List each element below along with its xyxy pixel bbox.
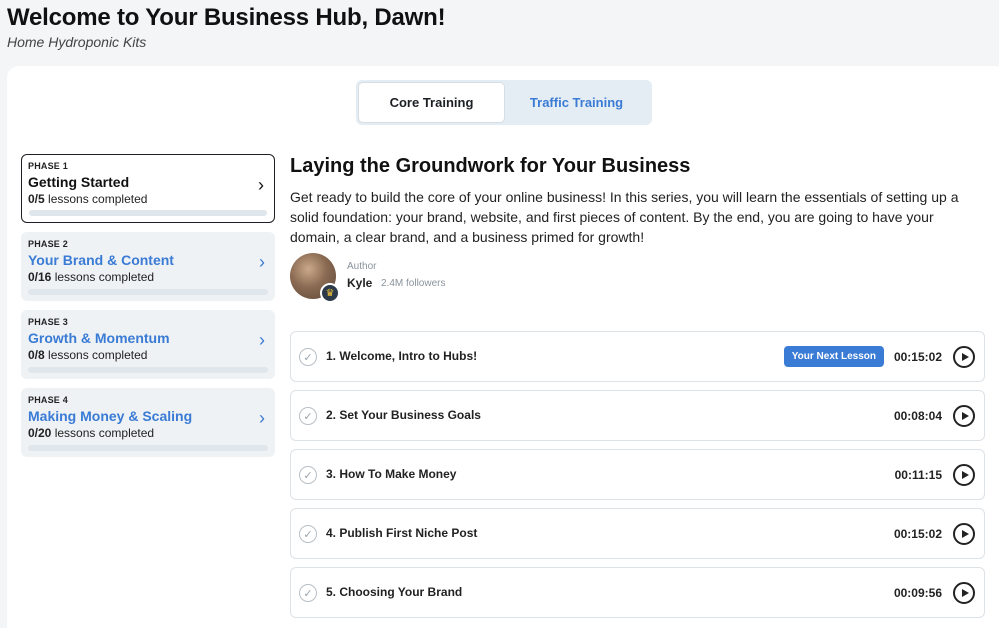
phase-number: PHASE 4	[28, 395, 68, 405]
author-card: ♛ Author Kyle 2.4M followers	[290, 253, 590, 303]
lesson-row[interactable]: ✓ 1. Welcome, Intro to Hubs! Your Next L…	[290, 331, 985, 382]
phase-progress-bar	[28, 289, 268, 295]
tab-traffic-training[interactable]: Traffic Training	[504, 83, 649, 122]
check-circle-icon[interactable]: ✓	[299, 407, 317, 425]
phase-completed-count: 0/5	[28, 192, 45, 206]
phase-completed-count: 0/8	[28, 348, 45, 362]
lesson-duration: 00:09:56	[893, 586, 942, 600]
phase-number: PHASE 3	[28, 317, 68, 327]
phase-item-3[interactable]: PHASE 3 Growth & Momentum 0/8 lessons co…	[21, 310, 275, 379]
training-tabs: Core Training Traffic Training	[356, 80, 652, 125]
phase-progress-text: 0/16 lessons completed	[28, 270, 268, 284]
lesson-list: ✓ 1. Welcome, Intro to Hubs! Your Next L…	[290, 331, 985, 626]
crown-icon: ♛	[320, 283, 340, 303]
phase-completed-suffix: lessons completed	[54, 270, 155, 284]
lesson-title: 4. Publish First Niche Post	[326, 526, 478, 540]
phase-progress-text: 0/5 lessons completed	[28, 192, 268, 206]
phase-name: Getting Started	[28, 174, 130, 190]
phase-item-2[interactable]: PHASE 2 Your Brand & Content 0/16 lesson…	[21, 232, 275, 301]
lesson-row[interactable]: ✓ 3. How To Make Money 00:11:15	[290, 449, 985, 500]
phase-progress-bar	[28, 367, 268, 373]
lesson-row[interactable]: ✓ 5. Choosing Your Brand 00:09:56	[290, 567, 985, 618]
chevron-right-icon: ›	[259, 252, 265, 272]
lesson-duration: 00:08:04	[893, 409, 942, 423]
check-circle-icon[interactable]: ✓	[299, 466, 317, 484]
lesson-row[interactable]: ✓ 2. Set Your Business Goals 00:08:04	[290, 390, 985, 441]
phase-progress-bar	[29, 210, 267, 216]
phase-progress-text: 0/20 lessons completed	[28, 426, 268, 440]
phase-item-1[interactable]: PHASE 1 Getting Started 0/5 lessons comp…	[21, 154, 275, 223]
tab-core-training[interactable]: Core Training	[359, 83, 504, 122]
phase-number: PHASE 1	[28, 161, 68, 171]
lesson-duration: 00:15:02	[893, 350, 942, 364]
lesson-title: 1. Welcome, Intro to Hubs!	[326, 349, 478, 363]
page-title: Welcome to Your Business Hub, Dawn!	[7, 4, 446, 31]
phase-completed-suffix: lessons completed	[48, 192, 148, 206]
lesson-row[interactable]: ✓ 4. Publish First Niche Post 00:15:02	[290, 508, 985, 559]
phase-list: PHASE 1 Getting Started 0/5 lessons comp…	[21, 154, 275, 466]
section-title: Laying the Groundwork for Your Business	[290, 155, 691, 177]
lesson-title: 5. Choosing Your Brand	[326, 585, 463, 599]
phase-name: Growth & Momentum	[28, 330, 170, 346]
phase-name: Making Money & Scaling	[28, 408, 193, 424]
author-followers: 2.4M followers	[381, 278, 446, 289]
play-icon[interactable]	[953, 582, 975, 604]
chevron-right-icon: ›	[259, 330, 265, 350]
phase-name: Your Brand & Content	[28, 252, 174, 268]
chevron-right-icon: ›	[259, 408, 265, 428]
phase-number: PHASE 2	[28, 239, 68, 249]
page-header: Welcome to Your Business Hub, Dawn! Home…	[7, 4, 446, 50]
phase-completed-suffix: lessons completed	[48, 348, 148, 362]
phase-completed-count: 0/20	[28, 426, 52, 440]
phase-progress-text: 0/8 lessons completed	[28, 348, 268, 362]
phase-progress-bar	[28, 445, 268, 451]
author-label: Author	[347, 261, 377, 272]
play-icon[interactable]	[953, 523, 975, 545]
lesson-duration: 00:11:15	[894, 468, 942, 482]
phase-completed-suffix: lessons completed	[54, 426, 155, 440]
chevron-right-icon: ›	[258, 175, 264, 195]
section-description: Get ready to build the core of your onli…	[290, 189, 959, 245]
lesson-duration: 00:15:02	[893, 527, 942, 541]
play-icon[interactable]	[953, 346, 975, 368]
author-name[interactable]: Kyle	[347, 276, 372, 290]
check-circle-icon[interactable]: ✓	[299, 584, 317, 602]
page-subtitle: Home Hydroponic Kits	[7, 34, 147, 50]
phase-item-4[interactable]: PHASE 4 Making Money & Scaling 0/20 less…	[21, 388, 275, 457]
check-circle-icon[interactable]: ✓	[299, 525, 317, 543]
next-lesson-badge: Your Next Lesson	[783, 346, 884, 367]
lesson-title: 2. Set Your Business Goals	[326, 408, 481, 422]
check-circle-icon[interactable]: ✓	[299, 348, 317, 366]
play-icon[interactable]	[953, 464, 975, 486]
lesson-title: 3. How To Make Money	[326, 467, 457, 481]
phase-completed-count: 0/16	[28, 270, 52, 284]
phase-content: Laying the Groundwork for Your Business …	[290, 155, 985, 618]
play-icon[interactable]	[953, 405, 975, 427]
